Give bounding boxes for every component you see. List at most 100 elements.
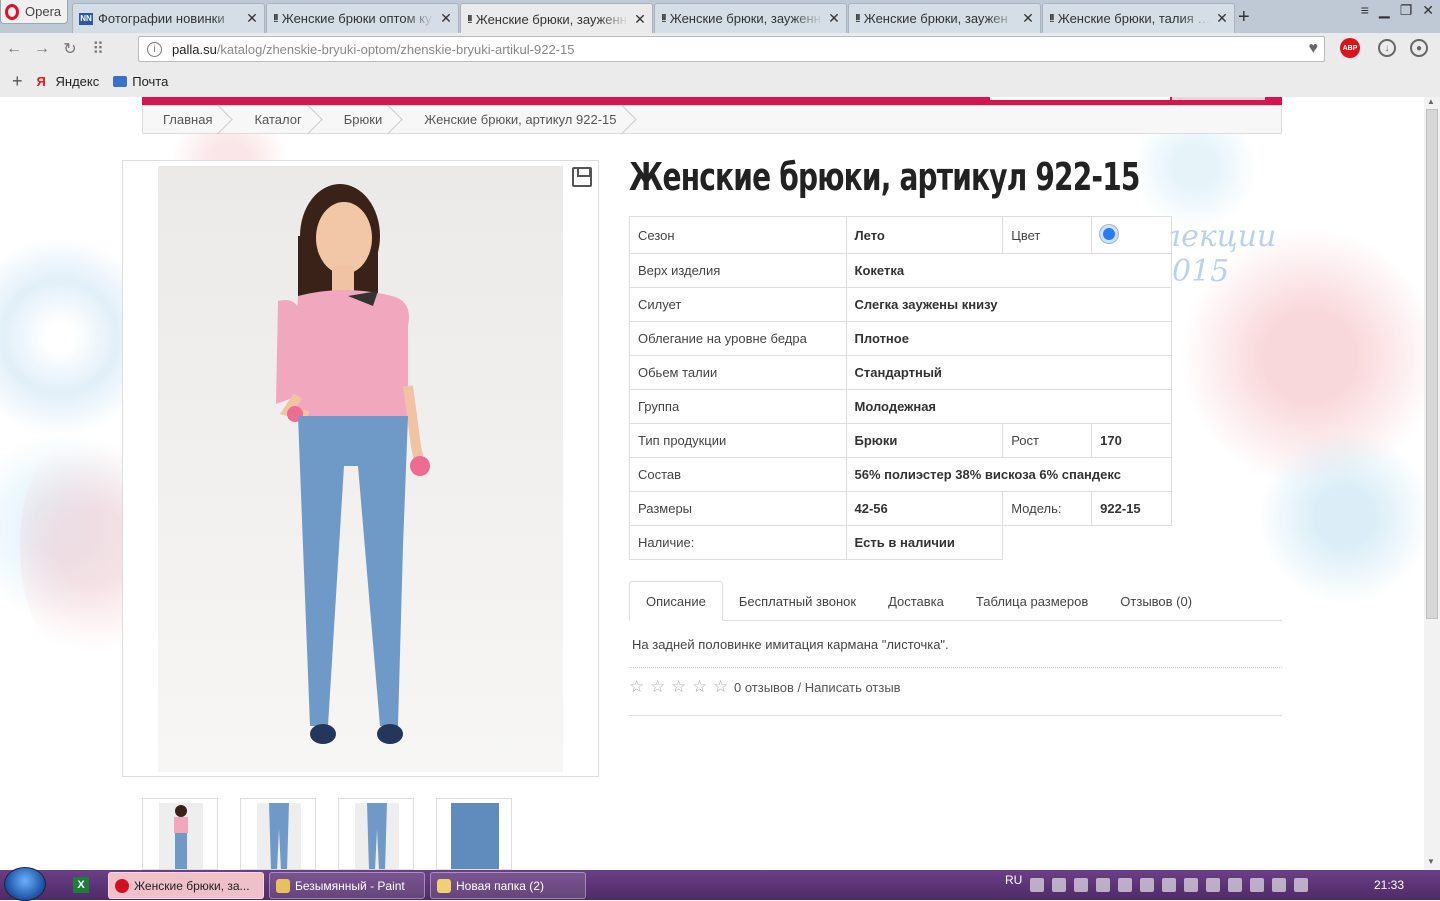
background-flower <box>1260 427 1424 607</box>
product-description: На задней половинке имитация кармана "ли… <box>632 637 949 652</box>
tray-icon[interactable] <box>1184 878 1199 892</box>
tray-icon[interactable] <box>1206 878 1221 892</box>
product-main-image[interactable] <box>122 160 599 777</box>
spec-value: Кокетка <box>845 253 1173 288</box>
thumbnail-4[interactable] <box>436 798 512 870</box>
breadcrumb: Главная Каталог Брюки Женские брюки, арт… <box>142 105 1282 134</box>
tab-4[interactable]: ⵑⵑⵑ Женские брюки, зауженн ✕ <box>654 3 847 33</box>
start-button[interactable] <box>4 867 46 901</box>
taskbar-item-folder[interactable]: Новая папка (2) <box>430 872 586 899</box>
bookmark-label: Почта <box>132 73 169 89</box>
tab-5[interactable]: ⵑⵑⵑ Женские брюки, заужен ✕ <box>848 3 1041 33</box>
scroll-down-icon[interactable]: ▼ <box>1427 857 1435 866</box>
tray-icon[interactable] <box>1052 878 1067 892</box>
scroll-up-icon[interactable]: ▲ <box>1427 97 1435 106</box>
tab-2[interactable]: ⵑⵑⵑ Женские брюки оптом ку ✕ <box>266 3 459 33</box>
spec-label: Цвет <box>1002 216 1093 254</box>
volume-icon[interactable] <box>1228 878 1243 892</box>
tab-3-active[interactable]: ⵑⵑⵑ Женские брюки, зауженн ✕ <box>460 3 653 34</box>
tab-reviews[interactable]: Отзывов (0) <box>1104 581 1208 621</box>
reviews-link[interactable]: 0 отзывов / Написать отзыв <box>734 680 901 695</box>
bookmark-heart-icon[interactable]: ♥ <box>1309 40 1319 58</box>
tab-free-call[interactable]: Бесплатный звонок <box>723 581 872 621</box>
close-tab-icon[interactable]: ✕ <box>828 10 840 27</box>
tab-size-table[interactable]: Таблица размеров <box>960 581 1104 621</box>
excel-icon[interactable]: X <box>73 877 89 893</box>
tray-icon[interactable] <box>1118 878 1133 892</box>
tab-description[interactable]: Описание <box>629 581 723 621</box>
page-scrollbar[interactable]: ▲ ▼ <box>1424 97 1440 870</box>
save-image-icon[interactable] <box>572 167 592 187</box>
palla-favicon-icon: ⵑⵑⵑ <box>661 13 667 25</box>
spec-row: Состав 56% полиэстер 38% вискоза 6% спан… <box>629 457 1173 492</box>
breadcrumb-catalog[interactable]: Каталог <box>234 106 323 133</box>
star-icon: ☆ <box>629 677 645 696</box>
taskbar-label: Безымянный - Paint <box>295 878 405 893</box>
tab-delivery[interactable]: Доставка <box>872 581 960 621</box>
tab-title: Фотографии новинки <box>98 11 225 26</box>
product-photo <box>158 166 563 772</box>
tab-menu-icon[interactable]: ≡ <box>1361 2 1369 18</box>
add-bookmark-icon[interactable]: + <box>12 71 23 92</box>
new-tab-icon[interactable]: + <box>1238 6 1250 29</box>
close-tab-icon[interactable]: ✕ <box>634 11 646 28</box>
spec-row: Наличие: Есть в наличии <box>629 525 1172 560</box>
opera-menu-button[interactable]: Opera <box>0 0 68 24</box>
breadcrumb-home[interactable]: Главная <box>143 106 234 133</box>
breadcrumb-pants[interactable]: Брюки <box>324 106 404 133</box>
back-icon[interactable]: ← <box>0 40 28 58</box>
close-tab-icon[interactable]: ✕ <box>440 10 452 27</box>
tray-icon[interactable] <box>1030 878 1045 892</box>
language-indicator[interactable]: RU <box>1005 873 1022 887</box>
reload-icon[interactable]: ↻ <box>56 39 84 59</box>
forward-icon[interactable]: → <box>28 40 56 58</box>
tab-1[interactable]: NN Фотографии новинки ✕ <box>72 3 265 33</box>
site-search-button[interactable] <box>1172 97 1265 100</box>
spec-row: Сезон Лето Цвет <box>629 216 1172 254</box>
site-info-icon[interactable]: i <box>147 41 162 57</box>
url-text: palla.su/katalog/zhenskie-bryuki-optom/z… <box>172 42 574 57</box>
bookmark-yandex[interactable]: Я Яндекс <box>37 74 100 90</box>
tab-title: Женские брюки, зауженн <box>669 11 821 26</box>
spec-label: Размеры <box>629 491 847 526</box>
palla-favicon-icon: ⵑⵑⵑ <box>1049 13 1055 25</box>
spec-value: Стандартный <box>845 355 1173 390</box>
rating-row: ☆ ☆ ☆ ☆ ☆ 0 отзывов / Написать отзыв <box>629 677 901 697</box>
tray-icon[interactable] <box>1294 878 1309 892</box>
taskbar-item-paint[interactable]: Безымянный - Paint <box>269 872 425 899</box>
breadcrumb-label: Главная <box>163 112 213 127</box>
network-icon[interactable] <box>1162 878 1177 892</box>
close-window-icon[interactable]: ✕ <box>1422 2 1434 19</box>
clock[interactable]: 21:33 <box>1374 878 1404 892</box>
tray-icon[interactable] <box>1272 878 1287 892</box>
system-tray: RU <box>1005 870 1309 900</box>
tray-icon[interactable] <box>1074 878 1089 892</box>
url-field[interactable]: i palla.su/katalog/zhenskie-bryuki-optom… <box>138 36 1325 62</box>
close-tab-icon[interactable]: ✕ <box>1216 10 1228 27</box>
close-tab-icon[interactable]: ✕ <box>1022 10 1034 27</box>
spec-value: Брюки <box>845 423 1004 458</box>
spec-value: Есть в наличии <box>845 525 1004 560</box>
tray-icon[interactable] <box>1140 878 1155 892</box>
thumbnail-2[interactable] <box>240 798 316 870</box>
color-swatch[interactable] <box>1100 224 1119 243</box>
minimize-icon[interactable]: ▁ <box>1379 2 1390 19</box>
spec-row: Силует Слегка заужены книзу <box>629 287 1173 322</box>
tab-6[interactable]: ⵑⵑⵑ Женские брюки, талия ул ✕ <box>1042 3 1235 33</box>
download-icon[interactable]: ↓ <box>1378 39 1396 57</box>
spec-row: Облегание на уровне бедра Плотное <box>629 321 1173 356</box>
taskbar-item-opera[interactable]: Женские брюки, за... <box>108 872 264 899</box>
adblock-icon[interactable]: ABP <box>1340 38 1360 58</box>
scrollbar-thumb[interactable] <box>1426 109 1438 619</box>
speed-dial-icon[interactable]: ⠿ <box>84 39 112 59</box>
tray-icon[interactable] <box>1250 878 1265 892</box>
breadcrumb-label: Женские брюки, артикул 922-15 <box>424 112 617 127</box>
site-search-input[interactable] <box>990 97 1170 100</box>
thumbnail-3[interactable] <box>338 798 414 870</box>
thumbnail-1[interactable] <box>142 798 218 870</box>
bookmark-mail[interactable]: Почта <box>113 74 168 89</box>
user-icon[interactable]: ● <box>1410 39 1428 57</box>
close-tab-icon[interactable]: ✕ <box>246 10 258 27</box>
restore-icon[interactable]: ❐ <box>1400 2 1413 19</box>
tray-icon[interactable] <box>1096 878 1111 892</box>
